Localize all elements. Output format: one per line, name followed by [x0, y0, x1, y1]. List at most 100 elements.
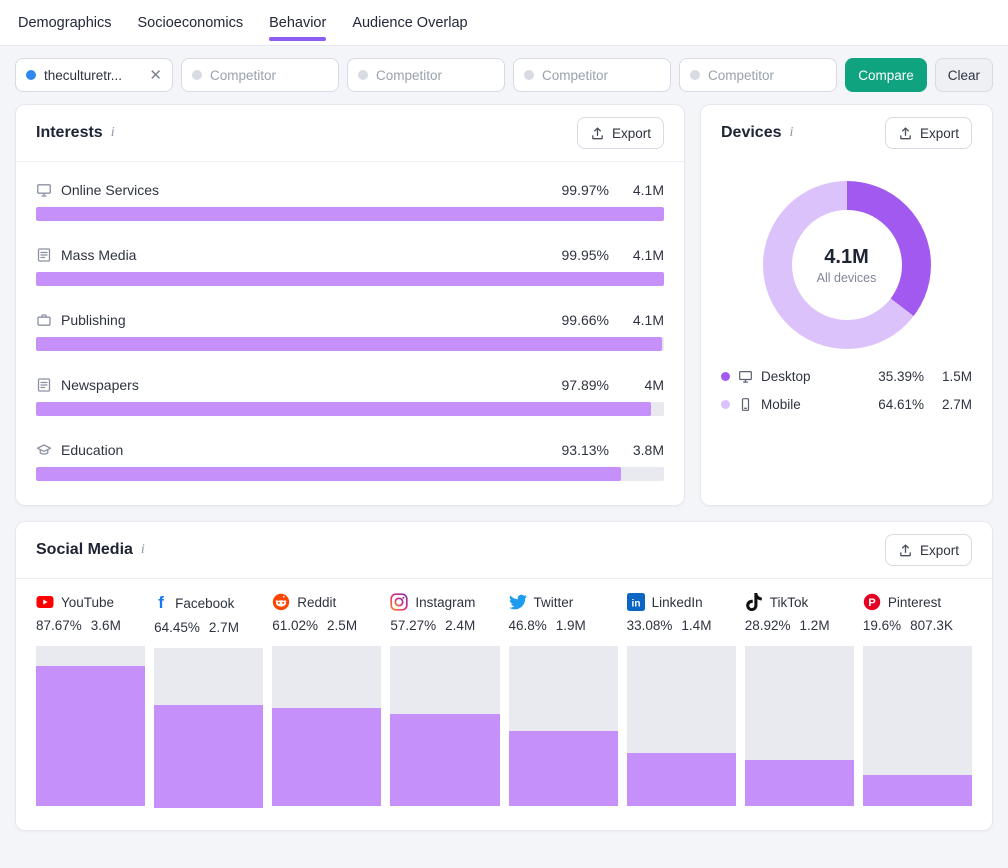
export-label: Export — [612, 126, 651, 141]
competitor-input-2[interactable]: Competitor — [347, 58, 505, 92]
social-column-instagram: Instagram 57.27% 2.4M — [390, 593, 499, 808]
interest-percent: 97.89% — [543, 377, 609, 393]
social-media-card: Social Media i Export YouTube — [15, 521, 993, 831]
platform-percent: 87.67% — [36, 618, 82, 633]
platform-bar-track — [509, 646, 618, 806]
devices-body: 4.1M All devices Desktop 35.39% 1.5M Mob… — [701, 161, 992, 432]
social-export-button[interactable]: Export — [885, 534, 972, 566]
placeholder-dot-icon — [524, 70, 534, 80]
export-icon — [898, 543, 913, 558]
platform-label: Facebook — [175, 596, 234, 611]
social-column-twitter: Twitter 46.8% 1.9M — [509, 593, 618, 808]
interests-card: Interests i Export Online Services 99.97… — [15, 104, 685, 506]
social-column-facebook: f Facebook 64.45% 2.7M — [154, 593, 263, 808]
devices-donut-chart: 4.1M All devices — [763, 181, 931, 349]
mobile-icon — [738, 397, 753, 412]
devices-export-button[interactable]: Export — [885, 117, 972, 149]
devices-donut-center: 4.1M All devices — [792, 210, 902, 320]
platform-bar-fill — [863, 775, 972, 806]
info-icon[interactable]: i — [111, 125, 115, 141]
platform-value: 2.7M — [209, 620, 239, 635]
export-icon — [898, 126, 913, 141]
social-column-youtube: YouTube 87.67% 3.6M — [36, 593, 145, 808]
monitor-icon — [36, 182, 52, 198]
selected-domain-chip[interactable]: theculturetr... ✕ — [15, 58, 173, 92]
info-icon[interactable]: i — [790, 125, 794, 141]
platform-value: 2.5M — [327, 618, 357, 633]
interests-export-button[interactable]: Export — [577, 117, 664, 149]
interest-row: Newspapers 97.89% 4M — [36, 377, 664, 416]
section-tabs: Demographics Socioeconomics Behavior Aud… — [0, 0, 1008, 46]
export-icon — [590, 126, 605, 141]
platform-percent: 64.45% — [154, 620, 200, 635]
linkedin-icon: in — [627, 593, 645, 611]
legend-row-desktop: Desktop 35.39% 1.5M — [721, 369, 972, 384]
interest-value: 3.8M — [618, 442, 664, 458]
social-header: Social Media i Export — [16, 522, 992, 579]
clear-button[interactable]: Clear — [935, 58, 993, 92]
platform-bar-fill — [272, 708, 381, 806]
platform-bar-fill — [154, 705, 263, 808]
export-label: Export — [920, 126, 959, 141]
interest-bar-fill — [36, 337, 662, 351]
competitor-placeholder: Competitor — [210, 68, 328, 83]
interest-bar-track — [36, 402, 664, 416]
interest-row: Online Services 99.97% 4.1M — [36, 182, 664, 221]
tab-label: Audience Overlap — [352, 15, 467, 31]
close-icon[interactable]: ✕ — [149, 68, 162, 83]
briefcase-icon — [36, 312, 52, 328]
platform-value: 1.2M — [800, 618, 830, 633]
instagram-icon — [390, 593, 408, 611]
platform-percent: 57.27% — [390, 618, 436, 633]
tab-audience-overlap[interactable]: Audience Overlap — [352, 0, 467, 45]
platform-bar-track — [627, 646, 736, 806]
domain-dot-icon — [26, 70, 36, 80]
interest-bar-fill — [36, 467, 621, 481]
interests-title: Interests — [36, 124, 103, 142]
tab-behavior[interactable]: Behavior — [269, 0, 326, 45]
twitter-icon — [509, 593, 527, 611]
interest-row: Publishing 99.66% 4.1M — [36, 312, 664, 351]
placeholder-dot-icon — [192, 70, 202, 80]
interest-bar-fill — [36, 272, 664, 286]
competitor-input-1[interactable]: Competitor — [181, 58, 339, 92]
platform-bar-fill — [390, 714, 499, 806]
legend-label: Desktop — [761, 369, 811, 384]
interest-bar-track — [36, 467, 664, 481]
tab-socioeconomics[interactable]: Socioeconomics — [138, 0, 244, 45]
desktop-icon — [738, 369, 753, 384]
platform-value: 2.4M — [445, 618, 475, 633]
interest-label: Online Services — [61, 182, 159, 198]
tiktok-icon — [745, 593, 763, 611]
interests-header: Interests i Export — [16, 105, 684, 162]
platform-label: Reddit — [297, 595, 336, 610]
platform-bar-fill — [509, 731, 618, 806]
competitor-input-4[interactable]: Competitor — [679, 58, 837, 92]
devices-card: Devices i Export 4.1M All devices — [700, 104, 993, 506]
competitor-input-3[interactable]: Competitor — [513, 58, 671, 92]
social-column-reddit: Reddit 61.02% 2.5M — [272, 593, 381, 808]
info-icon[interactable]: i — [141, 542, 145, 558]
platform-label: Pinterest — [888, 595, 941, 610]
platform-percent: 46.8% — [509, 618, 547, 633]
tab-label: Demographics — [18, 15, 112, 31]
tab-label: Socioeconomics — [138, 15, 244, 31]
placeholder-dot-icon — [690, 70, 700, 80]
social-column-pinterest: P Pinterest 19.6% 807.3K — [863, 593, 972, 808]
compare-button[interactable]: Compare — [845, 58, 927, 92]
interest-bar-track — [36, 337, 664, 351]
newspaper-icon — [36, 377, 52, 393]
tab-label: Behavior — [269, 15, 326, 31]
platform-percent: 19.6% — [863, 618, 901, 633]
svg-text:in: in — [631, 598, 640, 609]
legend-percent: 64.61% — [872, 397, 924, 412]
social-columns: YouTube 87.67% 3.6M f Facebook 64.45% 2.… — [16, 579, 992, 830]
platform-bar-fill — [36, 666, 145, 806]
interest-bar-fill — [36, 402, 651, 416]
tab-demographics[interactable]: Demographics — [18, 0, 112, 45]
facebook-icon: f — [154, 593, 168, 613]
platform-bar-track — [154, 648, 263, 808]
platform-percent: 33.08% — [627, 618, 673, 633]
devices-title: Devices — [721, 124, 782, 142]
social-column-tiktok: TikTok 28.92% 1.2M — [745, 593, 854, 808]
